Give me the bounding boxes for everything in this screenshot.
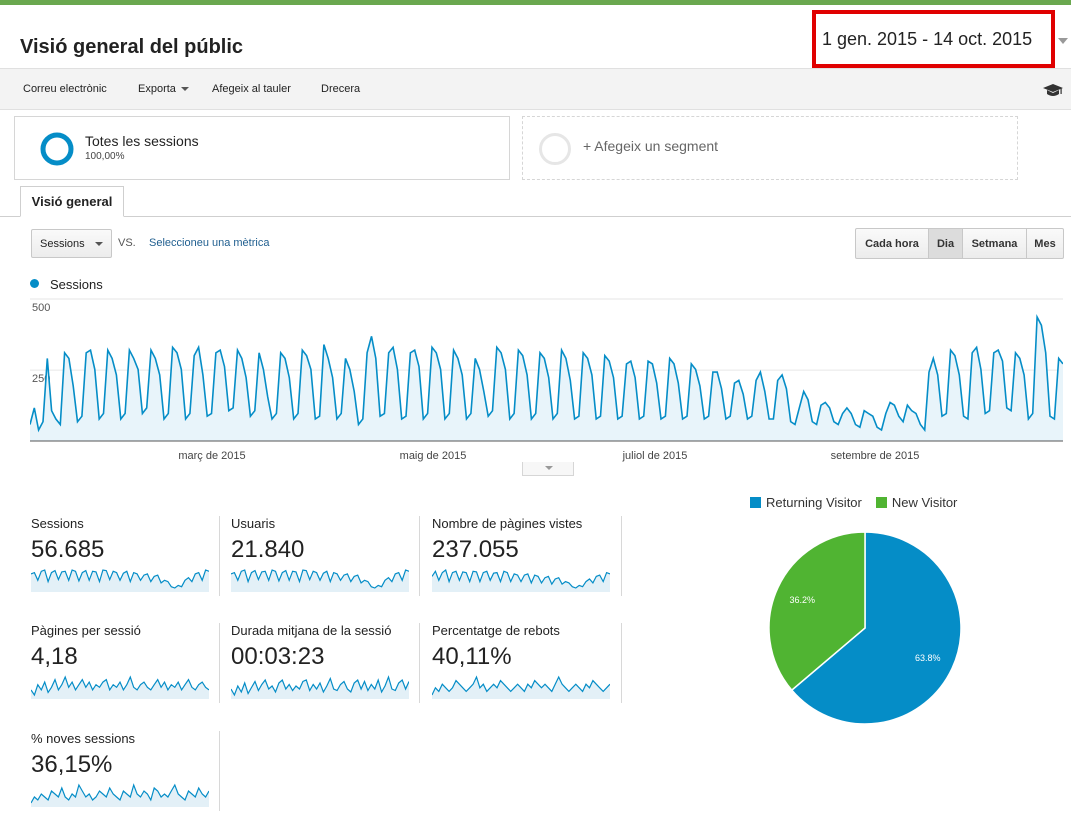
metric-select-value: Sessions	[40, 237, 85, 250]
granularity-hourly-button[interactable]: Cada hora	[856, 229, 929, 258]
x-tick-label: maig de 2015	[400, 450, 467, 462]
pie-legend-returning: Returning Visitor	[766, 495, 862, 510]
segment-donut-icon	[40, 132, 74, 166]
top-accent-bar	[0, 0, 1071, 5]
metric-tile[interactable]: Durada mitjana de la sessió 00:03:23	[231, 623, 431, 715]
select-metric-link[interactable]: Seleccioneu una mètrica	[149, 237, 269, 249]
visitor-type-pie-chart[interactable]: 63.8% 36.2%	[765, 528, 965, 728]
sessions-area-fill	[30, 317, 1063, 441]
metric-value: 21.840	[231, 536, 305, 563]
date-range-label: 1 gen. 2015 - 14 oct. 2015	[822, 28, 1033, 49]
email-button[interactable]: Correu electrònic	[23, 83, 107, 95]
export-label: Exporta	[138, 83, 176, 95]
metric-sparkline	[432, 675, 610, 699]
shortcut-button[interactable]: Drecera	[321, 83, 360, 95]
metric-value: 40,11%	[432, 643, 512, 670]
date-range-picker[interactable]: 1 gen. 2015 - 14 oct. 2015	[812, 10, 1055, 68]
report-toolbar: Correu electrònic Exporta Afegeix al tau…	[0, 68, 1071, 110]
y-tick-label: 500	[32, 302, 50, 314]
metric-sparkline	[31, 675, 209, 699]
metric-tile[interactable]: % noves sessions 36,15%	[31, 731, 231, 823]
sessions-legend-marker	[30, 279, 39, 288]
tab-divider	[0, 216, 1071, 217]
x-tick-label: març de 2015	[178, 450, 245, 462]
metric-select[interactable]: Sessions	[31, 229, 112, 258]
pie-slice-label: 63.8%	[915, 653, 941, 663]
metric-sparkline	[231, 675, 409, 699]
metric-tile[interactable]: Usuaris 21.840	[231, 516, 431, 608]
graduation-cap-icon[interactable]	[1043, 82, 1063, 98]
granularity-day-button[interactable]: Dia	[929, 229, 963, 258]
metric-sparkline	[31, 783, 209, 807]
export-button[interactable]: Exporta	[138, 83, 189, 95]
chevron-down-icon	[95, 242, 103, 246]
granularity-selector: Cada hora Dia Setmana Mes	[855, 228, 1064, 259]
metric-divider	[219, 516, 220, 596]
segment-percentage: 100,00%	[85, 151, 125, 162]
add-segment-label: + Afegeix un segment	[583, 138, 719, 154]
tab-overview[interactable]: Visió general	[20, 186, 124, 217]
metric-value: 237.055	[432, 536, 519, 563]
metric-tile[interactable]: Pàgines per sessió 4,18	[31, 623, 231, 715]
metric-divider	[419, 516, 420, 596]
metric-divider	[219, 731, 220, 811]
metric-label: Usuaris	[231, 516, 276, 531]
granularity-month-button[interactable]: Mes	[1027, 229, 1063, 258]
chevron-down-icon	[180, 87, 189, 92]
metric-value: 4,18	[31, 643, 78, 670]
metric-tile[interactable]: Percentatge de rebots 40,11%	[432, 623, 632, 715]
vs-label: VS.	[118, 237, 136, 249]
chevron-down-icon	[545, 466, 553, 470]
add-segment-card[interactable]: + Afegeix un segment	[522, 116, 1018, 180]
pie-legend: Returning Visitor New Visitor	[750, 495, 957, 510]
metric-sparkline	[31, 569, 209, 592]
pie-slice-label: 36.2%	[790, 595, 816, 605]
x-tick-label: setembre de 2015	[831, 450, 920, 462]
segment-name: Totes les sessions	[85, 133, 199, 149]
page-title: Visió general del públic	[20, 36, 244, 58]
metric-label: Sessions	[31, 516, 84, 531]
chart-legend-sessions: Sessions	[50, 277, 103, 292]
metric-divider	[621, 516, 622, 596]
empty-segment-ring-icon	[539, 133, 571, 165]
returning-visitor-swatch	[750, 497, 761, 508]
pie-legend-new: New Visitor	[891, 495, 958, 510]
x-tick-label: juliol de 2015	[622, 450, 688, 462]
metric-label: Nombre de pàgines vistes	[432, 516, 583, 531]
metric-divider	[621, 623, 622, 703]
metric-divider	[219, 623, 220, 703]
add-to-dashboard-button[interactable]: Afegeix al tauler	[212, 83, 291, 95]
metric-divider	[419, 623, 420, 703]
new-visitor-swatch	[875, 497, 887, 508]
metric-label: % noves sessions	[31, 731, 136, 746]
metric-sparkline	[432, 568, 610, 592]
granularity-week-button[interactable]: Setmana	[963, 229, 1027, 258]
metric-sparkline	[231, 569, 409, 592]
sessions-line-chart[interactable]: 500250març de 2015 maig de 2015 juliol de …	[30, 295, 1063, 467]
segment-all-sessions[interactable]: Totes les sessions 100,00%	[14, 116, 510, 180]
metric-value: 00:03:23	[231, 643, 325, 670]
metric-label: Pàgines per sessió	[31, 623, 141, 638]
metric-value: 56.685	[31, 536, 105, 563]
metric-label: Durada mitjana de la sessió	[231, 623, 392, 638]
metric-tile[interactable]: Sessions 56.685	[31, 516, 231, 608]
metric-value: 36,15%	[31, 751, 113, 778]
chart-collapse-tab[interactable]	[522, 462, 574, 476]
metric-label: Percentatge de rebots	[432, 623, 560, 638]
date-range-dropdown-icon[interactable]	[1058, 38, 1068, 44]
metric-tile[interactable]: Nombre de pàgines vistes 237.055	[432, 516, 632, 608]
